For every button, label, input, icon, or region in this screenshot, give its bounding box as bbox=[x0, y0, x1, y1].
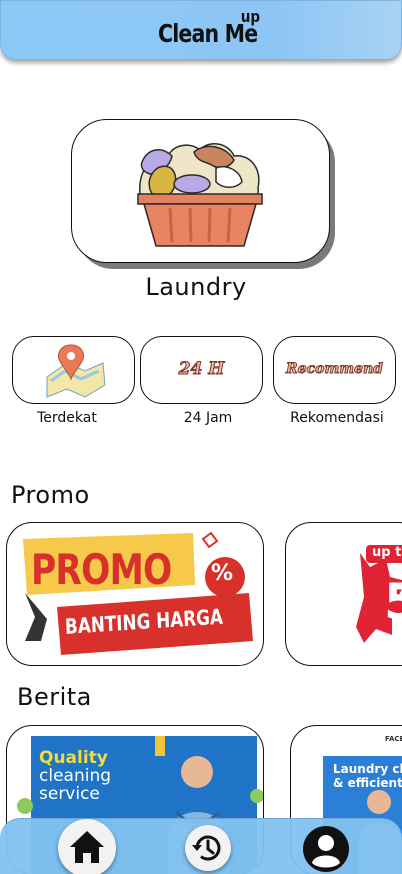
bottom-navigation bbox=[0, 818, 402, 874]
promo-2-tag: up t bbox=[372, 545, 402, 560]
history-icon bbox=[192, 835, 221, 861]
promo-banner-line1: PROMO bbox=[31, 545, 172, 594]
promo-card-2[interactable]: up t 5 bbox=[285, 522, 402, 666]
news-1-line2: cleaning bbox=[39, 766, 112, 786]
laundry-basket-icon bbox=[137, 143, 263, 247]
laundry-card[interactable] bbox=[71, 119, 330, 263]
home-icon bbox=[70, 831, 104, 863]
laundry-label: Laundry bbox=[145, 273, 247, 301]
app-root: Clean Me up Laundry 24 H Recommend Terde… bbox=[0, 0, 402, 874]
category-rekomendasi-label: Rekomendasi bbox=[290, 410, 384, 426]
news-2-line2: & efficient se bbox=[333, 776, 402, 790]
berita-section-title: Berita bbox=[17, 683, 92, 711]
category-24jam-button[interactable]: 24 H bbox=[140, 336, 263, 404]
app-header: Clean Me up bbox=[0, 0, 402, 60]
nav-history-button[interactable] bbox=[185, 825, 231, 871]
category-24jam-label: 24 Jam bbox=[183, 410, 233, 426]
promo-card-1[interactable]: PROMO BANTING HARGA % bbox=[6, 522, 264, 666]
nav-profile-button[interactable] bbox=[296, 821, 352, 874]
news-1-line3: service bbox=[39, 784, 100, 804]
category-terdekat-button[interactable] bbox=[12, 336, 135, 404]
category-terdekat-label: Terdekat bbox=[37, 410, 97, 426]
news-1-line1: Quality bbox=[39, 748, 108, 768]
profile-icon bbox=[303, 826, 349, 872]
map-pin-icon bbox=[46, 344, 106, 398]
category-rekomendasi-button[interactable]: Recommend bbox=[273, 336, 396, 404]
promo-2-big: 5 bbox=[384, 573, 402, 631]
24h-badge-icon: 24 H bbox=[178, 359, 225, 380]
recommend-badge-icon: Recommend bbox=[286, 361, 384, 378]
promo-section-title: Promo bbox=[11, 481, 90, 509]
news-2-header: FACEB bbox=[385, 735, 402, 743]
app-logo-superscript: up bbox=[240, 7, 261, 26]
nav-home-button[interactable] bbox=[58, 819, 116, 874]
percent-badge-icon: % bbox=[211, 561, 234, 586]
news-2-line1: Laundry clea bbox=[333, 762, 402, 776]
